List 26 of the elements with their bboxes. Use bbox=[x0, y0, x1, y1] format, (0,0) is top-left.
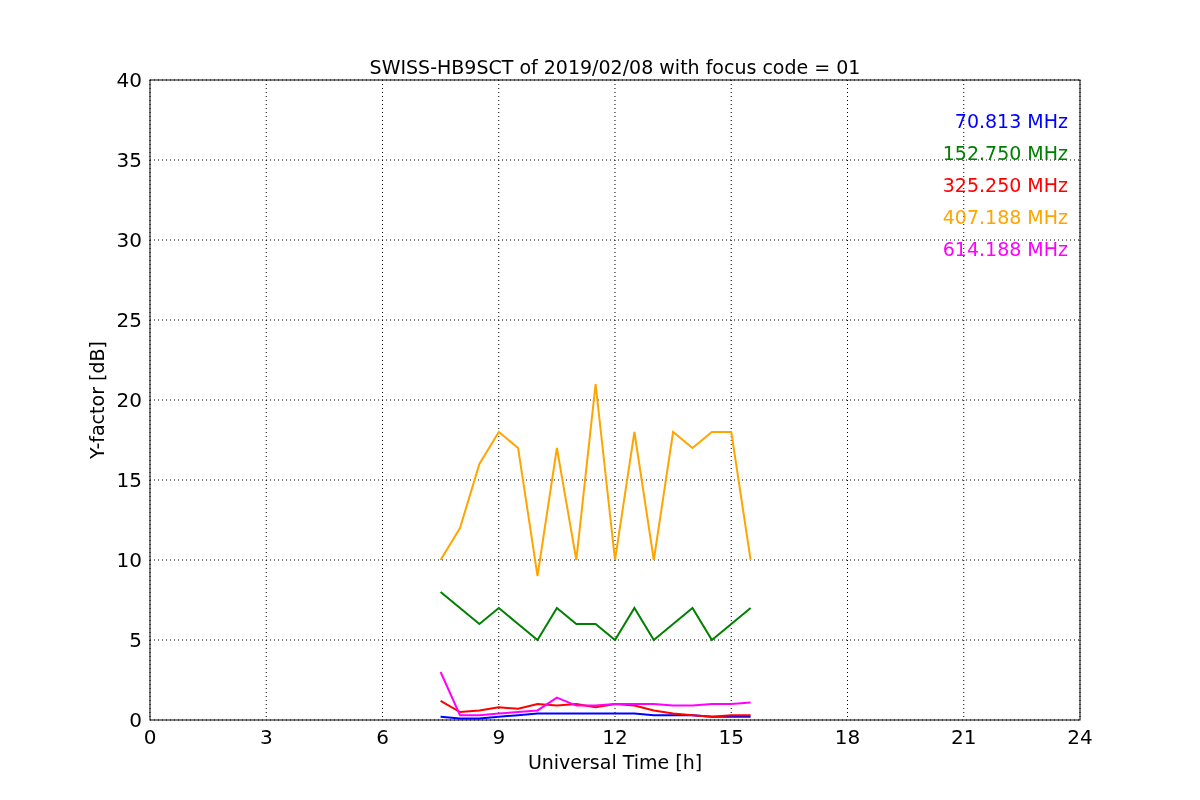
tick-label: 0 bbox=[143, 725, 157, 749]
chart-title: SWISS-HB9SCT of 2019/02/08 with focus code = 01 bbox=[369, 56, 861, 78]
legend-label: 70.813 MHz bbox=[954, 110, 1068, 132]
tick-label: 3 bbox=[259, 725, 273, 749]
tick-label: 24 bbox=[1067, 725, 1093, 749]
legend-label: 152.750 MHz bbox=[942, 142, 1068, 164]
legend-label: 407.188 MHz bbox=[942, 206, 1068, 228]
tick-label: 12 bbox=[602, 725, 628, 749]
tick-label: 30 bbox=[116, 228, 142, 252]
tick-label: 0 bbox=[129, 708, 142, 732]
y-axis-label: Y-factor [dB] bbox=[86, 341, 108, 459]
tick-label: 5 bbox=[129, 628, 142, 652]
tick-label: 9 bbox=[492, 725, 506, 749]
tick-label: 15 bbox=[116, 468, 142, 492]
tick-label: 20 bbox=[116, 388, 142, 412]
legend-label: 325.250 MHz bbox=[942, 174, 1068, 196]
tick-label: 25 bbox=[116, 308, 142, 332]
tick-label: 35 bbox=[116, 148, 142, 172]
x-axis-label: Universal Time [h] bbox=[527, 751, 703, 773]
tick-label: 15 bbox=[718, 725, 744, 749]
tick-label: 6 bbox=[376, 725, 389, 749]
tick-label: 21 bbox=[951, 725, 977, 749]
tick-label: 18 bbox=[834, 725, 861, 749]
tick-label: 10 bbox=[116, 548, 142, 572]
legend-label: 614.188 MHz bbox=[942, 238, 1068, 260]
tick-label: 40 bbox=[116, 68, 142, 92]
